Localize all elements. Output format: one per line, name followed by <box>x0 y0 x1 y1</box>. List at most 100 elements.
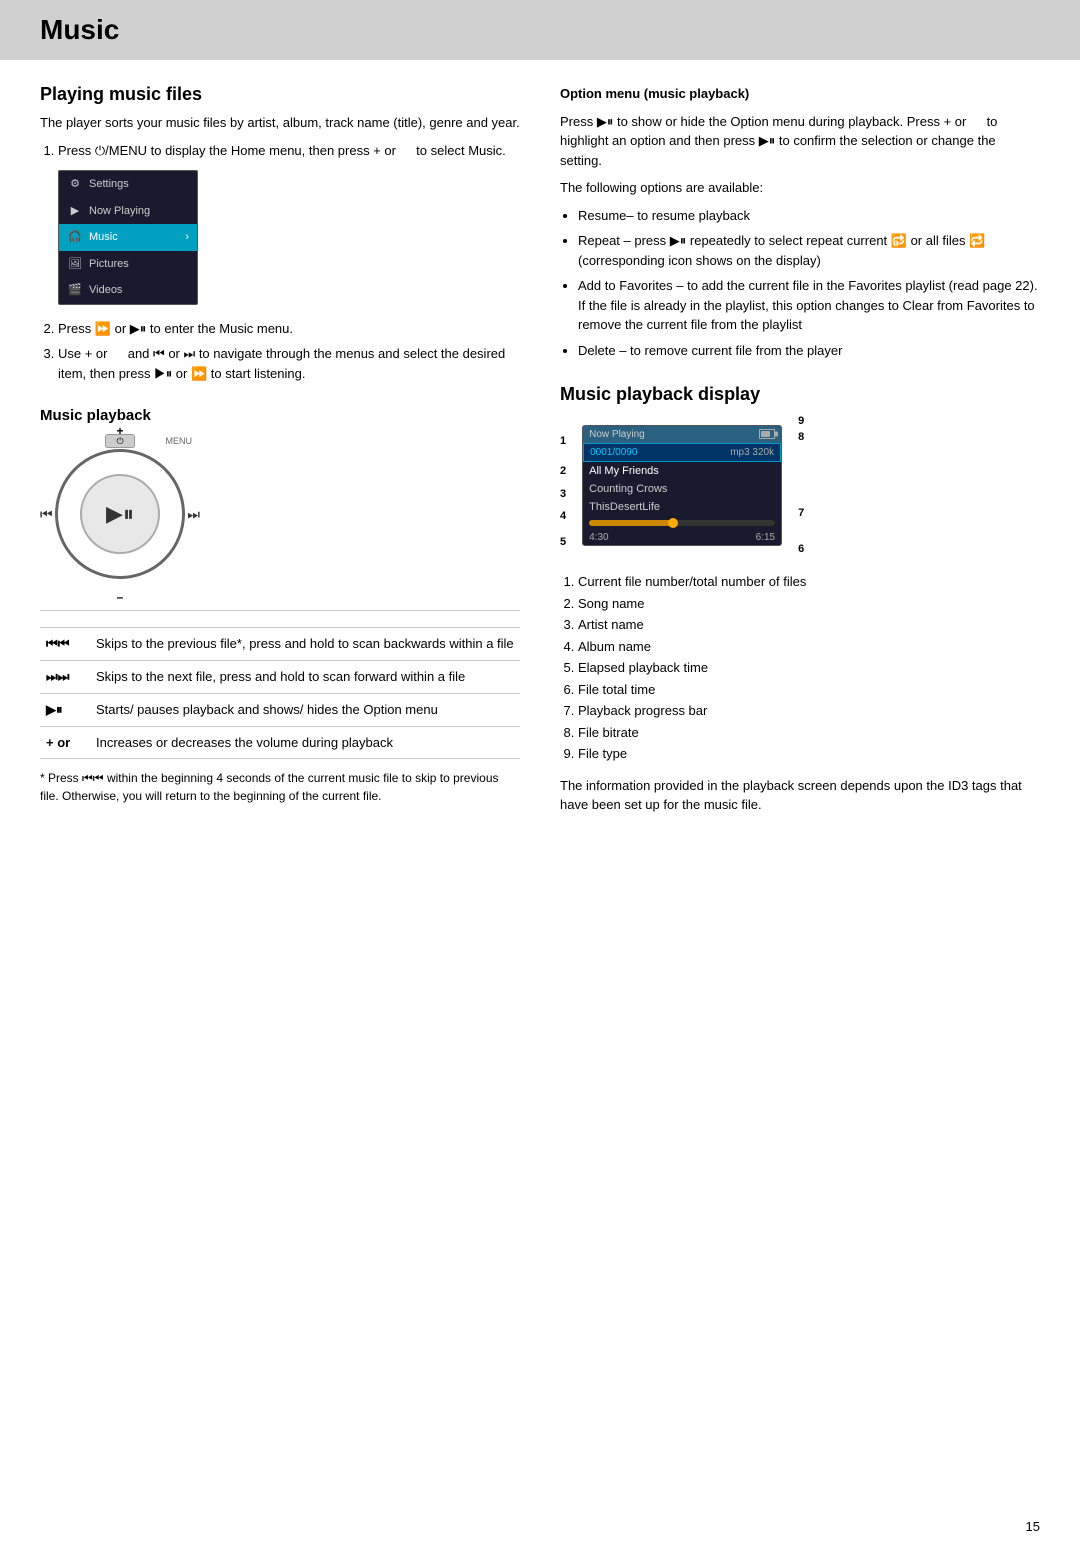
track-number-row: 0001/0090 mp3 320k <box>583 443 781 462</box>
option-menu-desc2: The following options are available: <box>560 178 1040 198</box>
menu-item-now-playing: ▶ Now Playing <box>59 198 197 225</box>
elapsed-time: 4:30 <box>589 532 608 543</box>
album-name-row: ThisDesertLife <box>583 498 781 516</box>
artist-name: Counting Crows <box>589 483 667 495</box>
step-2: Press ⏩ or ▶⏸ to enter the Music menu. <box>58 319 520 339</box>
option-menu-desc1: Press ▶⏸ to show or hide the Option menu… <box>560 112 1040 171</box>
callout-2: 2 <box>560 465 566 477</box>
power-menu-button: ⏻ <box>105 434 135 448</box>
next-button: ⏭ <box>187 506 200 523</box>
step-1: Press ⏻/MENU to display the Home menu, t… <box>58 141 520 305</box>
right-column: Option menu (music playback) Press ▶⏸ to… <box>560 84 1040 839</box>
left-column: Playing music files The player sorts you… <box>40 84 520 839</box>
page-number: 15 <box>1026 1519 1040 1534</box>
callout-3: 3 <box>560 488 566 500</box>
play-pause-button: ▶⏸ <box>106 501 134 527</box>
playback-display-section: Music playback display 1 2 3 4 5 Now Pla… <box>560 384 1040 815</box>
progress-bar-background <box>589 520 775 526</box>
song-name-row: All My Friends <box>583 462 781 480</box>
next-symbol: ⏭⏭ <box>40 661 90 694</box>
next-description: Skips to the next file, press and hold t… <box>90 661 520 694</box>
callout-7: 7 <box>798 507 804 519</box>
option-repeat: Repeat – press ▶⏸ repeatedly to select r… <box>578 231 1040 270</box>
control-row-play: ▶⏸ Starts/ pauses playback and shows/ hi… <box>40 694 520 727</box>
menu-item-pictures: 🖼 Pictures <box>59 251 197 278</box>
prev-symbol: ⏮⏮ <box>40 628 90 661</box>
display-item-3: Artist name <box>578 615 1040 635</box>
playing-music-files-section: Playing music files The player sorts you… <box>40 84 520 383</box>
callout-1: 1 <box>560 435 566 447</box>
playing-files-description: The player sorts your music files by art… <box>40 113 520 133</box>
right-callout-numbers: 9 8 7 6 <box>798 415 804 556</box>
callout-4: 4 <box>560 510 566 522</box>
option-delete: Delete – to remove current file from the… <box>578 341 1040 361</box>
info-text: The information provided in the playback… <box>560 776 1040 815</box>
file-format: mp3 320k <box>730 447 774 458</box>
option-menu-section: Option menu (music playback) Press ▶⏸ to… <box>560 84 1040 360</box>
display-items-list: Current file number/total number of file… <box>560 572 1040 764</box>
time-row: 4:30 6:15 <box>583 530 781 545</box>
volume-description: Increases or decreases the volume during… <box>90 727 520 759</box>
battery-icon <box>759 429 775 439</box>
playing-files-heading: Playing music files <box>40 84 520 105</box>
option-menu-heading: Option menu (music playback) <box>560 84 1040 104</box>
display-item-6: File total time <box>578 680 1040 700</box>
menu-item-videos: 🎬 Videos <box>59 277 197 304</box>
display-item-1: Current file number/total number of file… <box>578 572 1040 592</box>
volume-symbol: + or <box>40 727 90 759</box>
option-menu-list: Resume– to resume playback Repeat – pres… <box>560 206 1040 361</box>
play-icon: ▶ <box>67 203 83 219</box>
total-time: 6:15 <box>756 532 775 543</box>
callout-9: 9 <box>798 415 804 427</box>
divider-1 <box>40 610 520 611</box>
now-playing-label: Now Playing <box>589 429 645 440</box>
play-symbol: ▶⏸ <box>40 694 90 727</box>
control-row-next: ⏭⏭ Skips to the next file, press and hol… <box>40 661 520 694</box>
menu-text-label: MENU <box>166 436 193 446</box>
option-resume: Resume– to resume playback <box>578 206 1040 226</box>
play-description: Starts/ pauses playback and shows/ hides… <box>90 694 520 727</box>
prev-button: ⏮ <box>40 506 53 523</box>
progress-bar-fill <box>589 520 673 526</box>
menu-arrow-icon: › <box>185 229 189 246</box>
song-name: All My Friends <box>589 465 659 477</box>
battery-symbol <box>759 429 775 440</box>
footnote: * Press ⏮⏮ within the beginning 4 second… <box>40 769 520 805</box>
album-name: ThisDesertLife <box>589 501 660 513</box>
step-3: Use + or and ⏮ or ⏭ to navigate through … <box>58 344 520 383</box>
playing-files-steps: Press ⏻/MENU to display the Home menu, t… <box>40 141 520 384</box>
page-header: Music <box>0 0 1080 60</box>
control-row-prev: ⏮⏮ Skips to the previous file*, press an… <box>40 628 520 661</box>
menu-item-settings: ⚙ Settings <box>59 171 197 198</box>
display-item-5: Elapsed playback time <box>578 658 1040 678</box>
option-favorites: Add to Favorites – to add the current fi… <box>578 276 1040 335</box>
callout-5: 5 <box>560 536 566 548</box>
music-playback-heading: Music playback <box>40 407 520 424</box>
prev-description: Skips to the previous file*, press and h… <box>90 628 520 661</box>
progress-bar-container <box>583 516 781 530</box>
controls-table: ⏮⏮ Skips to the previous file*, press an… <box>40 627 520 759</box>
artist-name-row: Counting Crows <box>583 480 781 498</box>
display-item-7: Playback progress bar <box>578 701 1040 721</box>
callout-6: 6 <box>798 543 804 555</box>
left-callout-numbers: 1 2 3 4 5 <box>560 415 566 556</box>
headphones-icon: 🎧 <box>67 229 83 245</box>
playback-display-heading: Music playback display <box>560 384 1040 405</box>
device-illustration: MENU + ⏮ ▶⏸ ⏭ – ⏻ <box>40 434 200 594</box>
display-item-8: File bitrate <box>578 723 1040 743</box>
pb-header-row: Now Playing <box>583 426 781 443</box>
playback-screen: Now Playing 0001/0090 mp3 320k All My Fr… <box>582 425 782 546</box>
control-row-volume: + or Increases or decreases the volume d… <box>40 727 520 759</box>
display-item-4: Album name <box>578 637 1040 657</box>
page-title: Music <box>40 14 1040 46</box>
progress-dot <box>668 518 678 528</box>
gear-icon: ⚙ <box>67 176 83 192</box>
callout-8: 8 <box>798 431 804 443</box>
display-item-9: File type <box>578 744 1040 764</box>
image-icon: 🖼 <box>67 256 83 272</box>
menu-screenshot: ⚙ Settings ▶ Now Playing 🎧 Music › <box>58 170 198 305</box>
display-with-callouts: 1 2 3 4 5 Now Playing 0001/0090 <box>560 415 1040 556</box>
device-inner-ring: ▶⏸ <box>80 474 160 554</box>
display-item-2: Song name <box>578 594 1040 614</box>
device-outer-ring: + ⏮ ▶⏸ ⏭ – <box>55 449 185 579</box>
